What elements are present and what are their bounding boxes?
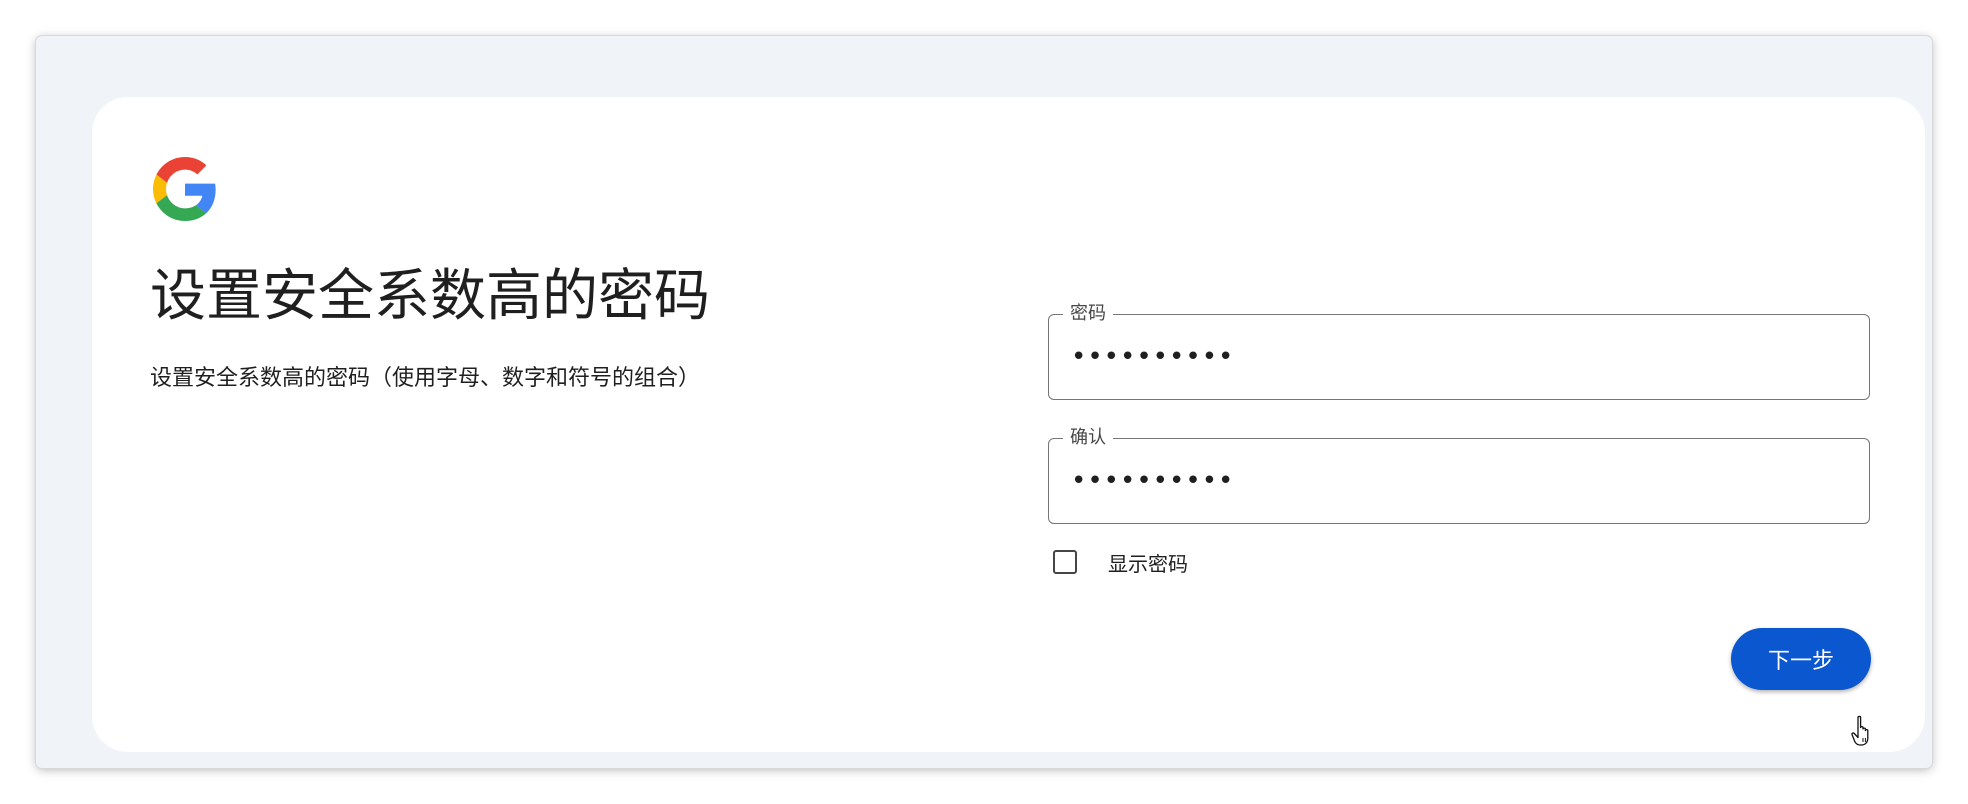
show-password-checkbox[interactable] xyxy=(1053,550,1077,574)
show-password-row[interactable]: 显示密码 xyxy=(1050,546,1188,578)
browser-window: 设置安全系数高的密码 设置安全系数高的密码（使用字母、数字和符号的组合） 密码 … xyxy=(36,36,1932,768)
next-button[interactable]: 下一步 xyxy=(1731,628,1871,690)
confirm-password-label: 确认 xyxy=(1063,426,1113,450)
page-title: 设置安全系数高的密码 xyxy=(150,264,710,329)
hand-cursor-icon xyxy=(1851,715,1869,746)
password-field[interactable]: 密码 xyxy=(1048,302,1870,400)
page-subtitle: 设置安全系数高的密码（使用字母、数字和符号的组合） xyxy=(150,366,701,391)
password-input[interactable] xyxy=(1071,337,1831,377)
show-password-label[interactable]: 显示密码 xyxy=(1108,548,1188,577)
confirm-password-input[interactable] xyxy=(1071,461,1831,501)
signup-card: 设置安全系数高的密码 设置安全系数高的密码（使用字母、数字和符号的组合） 密码 … xyxy=(92,97,1925,752)
confirm-password-field[interactable]: 确认 xyxy=(1048,426,1870,524)
password-label: 密码 xyxy=(1063,302,1113,326)
google-logo-icon xyxy=(153,157,216,221)
